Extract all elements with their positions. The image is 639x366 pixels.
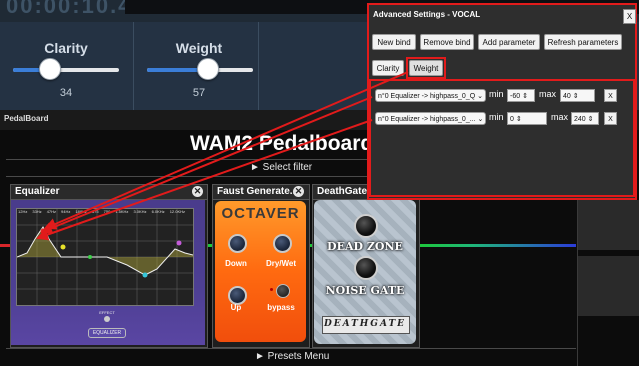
annotation-arrows	[36, 71, 409, 241]
arrow-3	[44, 71, 409, 230]
arrow-1	[40, 96, 373, 234]
arrow-2	[36, 119, 373, 241]
